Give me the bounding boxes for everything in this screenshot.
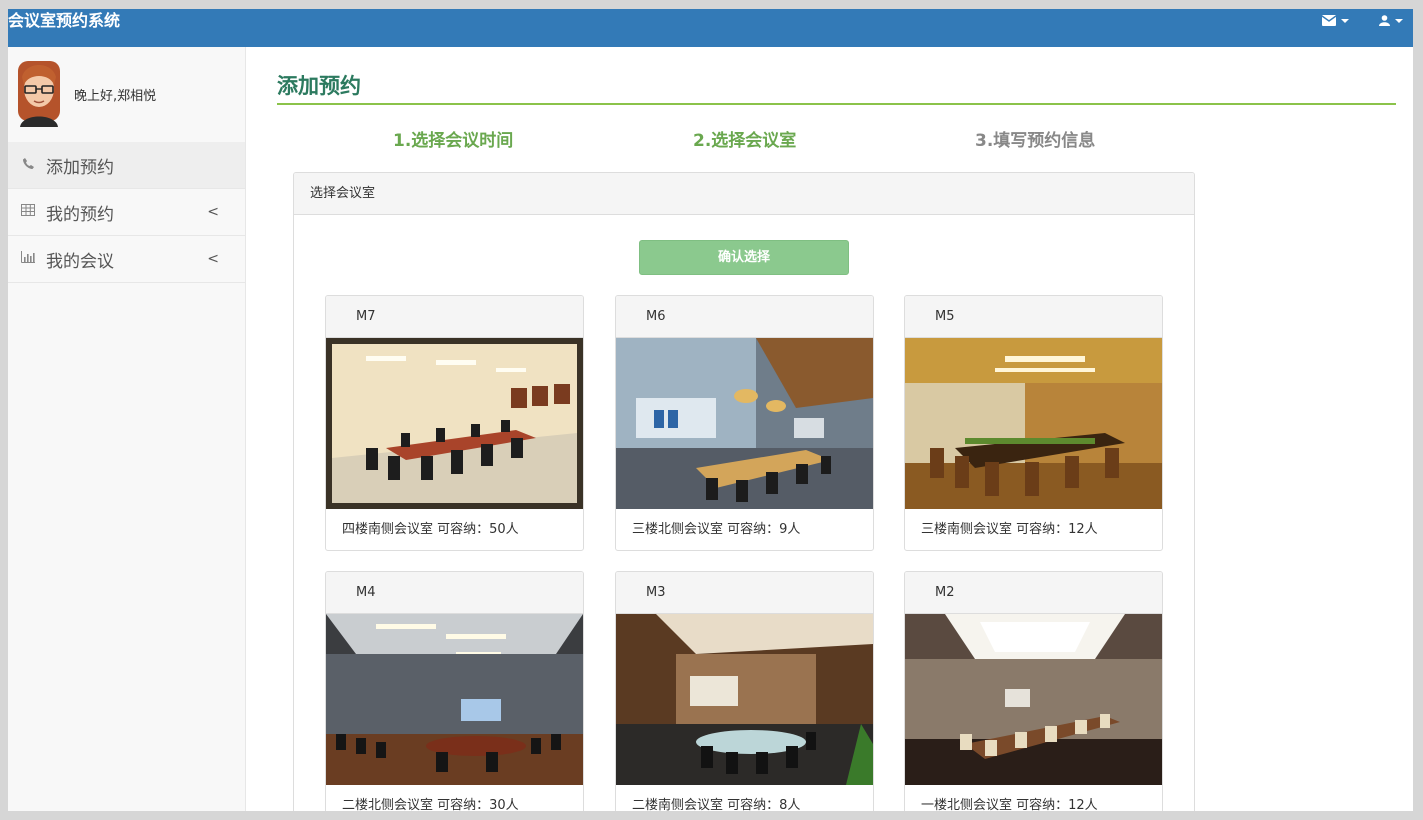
user-icon — [1379, 15, 1390, 26]
room-name: M5 — [905, 296, 1162, 338]
room-name: M2 — [905, 572, 1162, 614]
room-photo[interactable] — [616, 338, 873, 509]
room-description: 二楼北侧会议室 可容纳：30人 — [342, 798, 519, 811]
page-title: 添加预约 — [277, 74, 361, 98]
table-icon — [20, 204, 36, 220]
caret-down-icon — [1395, 18, 1403, 23]
room-description: 二楼南侧会议室 可容纳：8人 — [632, 798, 801, 811]
phone-icon — [20, 157, 36, 174]
sidebar-item-label: 添加预约 — [46, 157, 114, 178]
room-description: 一楼北侧会议室 可容纳：12人 — [921, 798, 1098, 811]
step-select-room: 2.选择会议室 — [693, 131, 797, 151]
room-name: M3 — [616, 572, 873, 614]
user-panel: 晚上好,郑相悦 — [8, 47, 245, 142]
sidebar: 晚上好,郑相悦 添加预约 我的预约 < 我的会议 < — [8, 47, 246, 811]
room-photo[interactable] — [326, 614, 583, 785]
main-content: 添加预约 1.选择会议时间 2.选择会议室 3.填写预约信息 选择会议室 确认选… — [246, 47, 1413, 811]
room-card-m6[interactable]: M6 三楼北侧会议室 可容纳：9人 — [615, 295, 874, 551]
bar-chart-icon — [20, 251, 36, 267]
sidebar-item-label: 我的预约 — [46, 204, 114, 225]
room-photo[interactable] — [905, 338, 1162, 509]
room-photo[interactable] — [326, 338, 583, 509]
panel-heading: 选择会议室 — [294, 173, 1194, 215]
room-photo[interactable] — [905, 614, 1162, 785]
title-divider — [277, 103, 1396, 105]
greeting-text: 晚上好,郑相悦 — [74, 89, 157, 104]
top-navbar: 会议室预约系统 — [8, 9, 1413, 47]
step-fill-info: 3.填写预约信息 — [975, 131, 1096, 151]
room-name: M6 — [616, 296, 873, 338]
chevron-left-icon[interactable]: < — [207, 204, 219, 220]
room-card-m5[interactable]: M5 三楼南侧会议室 可容纳：12人 — [904, 295, 1163, 551]
sidebar-item-my-bookings[interactable]: 我的预约 < — [8, 189, 245, 236]
room-description: 三楼南侧会议室 可容纳：12人 — [921, 522, 1098, 537]
room-description: 三楼北侧会议室 可容纳：9人 — [632, 522, 801, 537]
step-select-time: 1.选择会议时间 — [393, 131, 514, 151]
room-description: 四楼南侧会议室 可容纳：50人 — [342, 522, 519, 537]
room-card-m4[interactable]: M4 二楼北侧会议室 可容纳：30人 — [325, 571, 584, 811]
room-name: M4 — [326, 572, 583, 614]
chevron-left-icon[interactable]: < — [207, 251, 219, 267]
room-card-m7[interactable]: M7 四楼南侧会议室 可容纳：50人 — [325, 295, 584, 551]
sidebar-item-label: 我的会议 — [46, 251, 114, 272]
room-card-m3[interactable]: M3 二楼南侧会议室 可容纳：8人 — [615, 571, 874, 811]
sidebar-item-add-booking[interactable]: 添加预约 — [8, 142, 245, 189]
caret-down-icon — [1341, 18, 1349, 23]
messages-dropdown[interactable] — [1322, 15, 1349, 26]
app-title[interactable]: 会议室预约系统 — [8, 9, 120, 33]
confirm-selection-button[interactable]: 确认选择 — [639, 240, 849, 275]
avatar — [18, 61, 60, 127]
room-card-m2[interactable]: M2 一楼北侧会议室 可容纳：12人 — [904, 571, 1163, 811]
envelope-icon — [1322, 15, 1336, 26]
room-select-panel: 选择会议室 确认选择 M7 四楼南侧会议室 可容纳：50人 M6 三楼北侧会议室… — [293, 172, 1195, 811]
sidebar-item-my-meetings[interactable]: 我的会议 < — [8, 236, 245, 283]
user-dropdown[interactable] — [1379, 15, 1403, 26]
room-name: M7 — [326, 296, 583, 338]
app-window: 会议室预约系统 晚上好,郑相悦 添加预约 我的预约 < 我的会议 < 添加预约 … — [8, 9, 1413, 811]
room-photo[interactable] — [616, 614, 873, 785]
